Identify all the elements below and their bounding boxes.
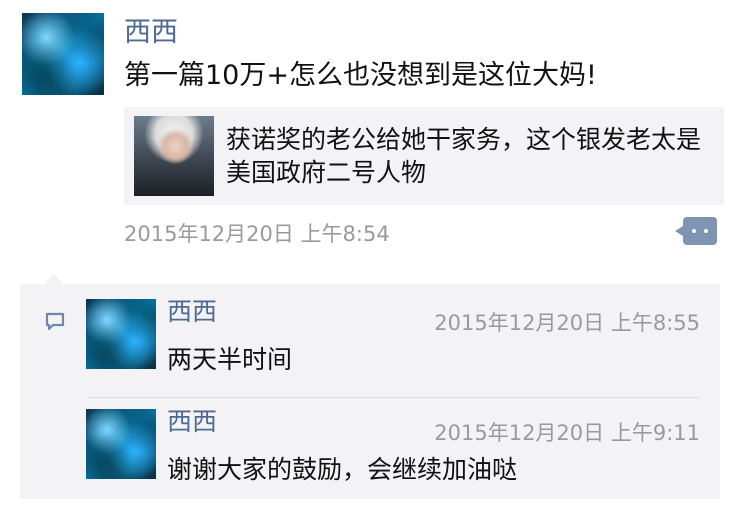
- post-timestamp: 2015年12月20日 上午8:54: [124, 222, 390, 246]
- comment-timestamp: 2015年12月20日 上午8:55: [434, 311, 700, 335]
- comment-avatar[interactable]: [86, 299, 156, 369]
- more-actions-button[interactable]: [675, 217, 717, 245]
- comment-avatar[interactable]: [86, 409, 156, 479]
- comment-timestamp: 2015年12月20日 上午9:11: [434, 421, 700, 445]
- post-text: 第一篇10万+怎么也没想到是这位大妈!: [124, 60, 597, 91]
- shared-article-card[interactable]: 获诺奖的老公给她干家务，这个银发老太是美国政府二号人物: [124, 107, 724, 205]
- comment-text: 谢谢大家的鼓励，会继续加油哒: [167, 455, 518, 484]
- comment-author-name[interactable]: 西西: [167, 409, 217, 434]
- more-dots-icon: [692, 229, 708, 233]
- comment-text: 两天半时间: [167, 345, 293, 374]
- comment-author-name[interactable]: 西西: [167, 299, 217, 324]
- comment-divider: [86, 397, 700, 398]
- post-author-name[interactable]: 西西: [124, 19, 178, 46]
- comment-bubble-icon: [45, 312, 65, 331]
- post-author-avatar[interactable]: [22, 13, 104, 95]
- shared-article-title: 获诺奖的老公给她干家务，这个银发老太是美国政府二号人物: [226, 125, 702, 187]
- shared-article-thumbnail: [134, 116, 214, 196]
